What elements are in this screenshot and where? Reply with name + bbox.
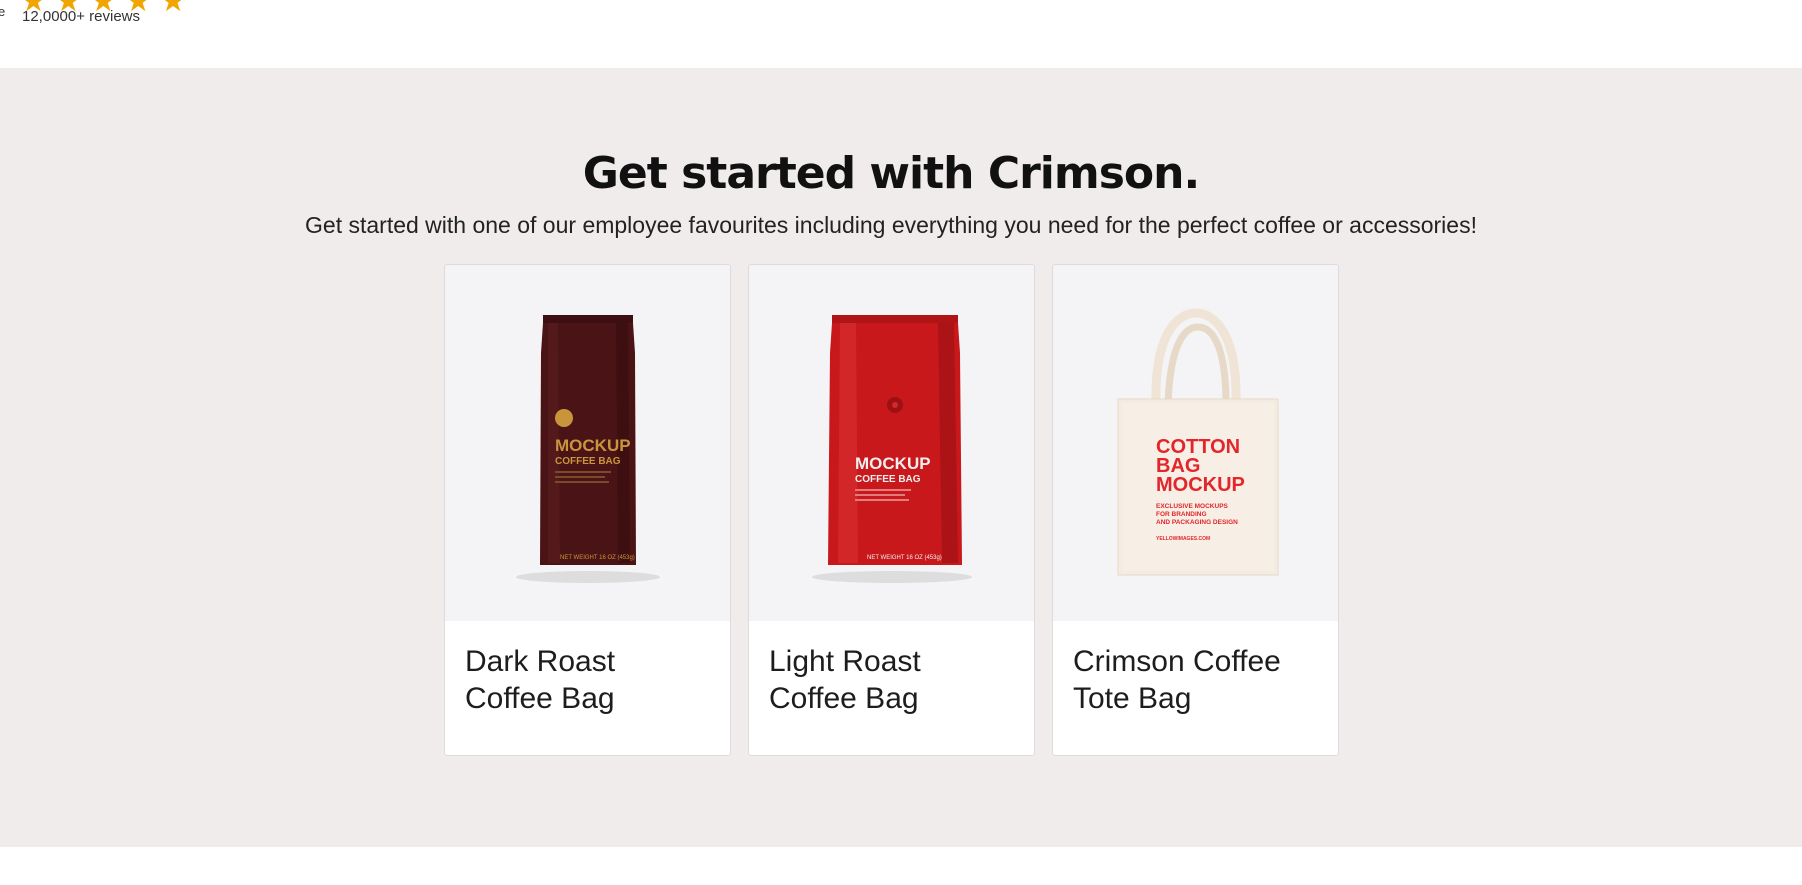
svg-text:FOR BRANDING: FOR BRANDING xyxy=(1156,511,1207,518)
svg-text:YELLOWIMAGES.COM: YELLOWIMAGES.COM xyxy=(1156,536,1210,542)
product-title[interactable]: Light Roast Coffee Bag xyxy=(749,621,1034,717)
product-image[interactable]: MOCKUP COFFEE BAG NET WEIGHT 16 OZ (453g… xyxy=(445,265,730,621)
product-image[interactable]: COTTON BAG MOCKUP EXCLUSIVE MOCKUPS FOR … xyxy=(1053,265,1338,621)
truncated-text: e xyxy=(0,4,6,19)
product-title[interactable]: Crimson Coffee Tote Bag xyxy=(1053,621,1338,717)
product-title[interactable]: Dark Roast Coffee Bag xyxy=(445,621,730,717)
star-icon: ★ xyxy=(159,0,187,18)
section-heading: Get started with Crimson. xyxy=(582,148,1200,199)
svg-text:COFFEE BAG: COFFEE BAG xyxy=(855,474,921,485)
reviews-strip: e ★ ★ ★ ★ ★ 12,0000+ reviews xyxy=(0,0,1802,68)
product-cards: MOCKUP COFFEE BAG NET WEIGHT 16 OZ (453g… xyxy=(444,264,1339,756)
featured-products-section: Get started with Crimson. Get started wi… xyxy=(0,68,1802,847)
page-footer-spacer xyxy=(0,847,1802,885)
svg-text:AND PACKAGING DESIGN: AND PACKAGING DESIGN xyxy=(1156,519,1238,526)
svg-text:NET WEIGHT 16 OZ (453g): NET WEIGHT 16 OZ (453g) xyxy=(560,555,635,561)
coffee-bag-red-image: MOCKUP COFFEE BAG NET WEIGHT 16 OZ (453g… xyxy=(811,315,972,583)
svg-text:MOCKUP: MOCKUP xyxy=(1156,474,1245,496)
reviews-count: 12,0000+ reviews xyxy=(22,8,140,25)
tote-bag-image: COTTON BAG MOCKUP EXCLUSIVE MOCKUPS FOR … xyxy=(1117,308,1278,576)
product-card-light-roast[interactable]: MOCKUP COFFEE BAG NET WEIGHT 16 OZ (453g… xyxy=(748,264,1035,756)
svg-text:MOCKUP: MOCKUP xyxy=(855,454,931,473)
coffee-bag-dark-image: MOCKUP COFFEE BAG NET WEIGHT 16 OZ (453g… xyxy=(515,315,660,583)
svg-text:NET WEIGHT 16 OZ (453g): NET WEIGHT 16 OZ (453g) xyxy=(867,555,942,561)
svg-text:COFFEE BAG: COFFEE BAG xyxy=(555,456,621,467)
section-subheading: Get started with one of our employee fav… xyxy=(305,212,1477,238)
product-image[interactable]: MOCKUP COFFEE BAG NET WEIGHT 16 OZ (453g… xyxy=(749,265,1034,621)
product-card-tote-bag[interactable]: COTTON BAG MOCKUP EXCLUSIVE MOCKUPS FOR … xyxy=(1052,264,1339,756)
svg-text:MOCKUP: MOCKUP xyxy=(555,436,631,455)
svg-text:EXCLUSIVE MOCKUPS: EXCLUSIVE MOCKUPS xyxy=(1156,503,1229,510)
product-card-dark-roast[interactable]: MOCKUP COFFEE BAG NET WEIGHT 16 OZ (453g… xyxy=(444,264,731,756)
